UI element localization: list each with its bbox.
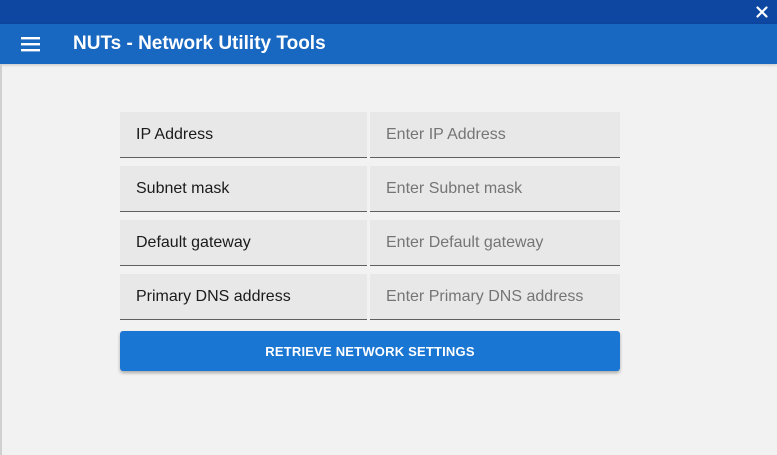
ip-address-input[interactable] xyxy=(370,112,620,157)
ip-address-field-container xyxy=(370,112,620,158)
primary-dns-field-container xyxy=(370,274,620,320)
subnet-mask-row: Subnet mask xyxy=(120,166,620,212)
window-titlebar xyxy=(0,0,777,24)
ip-address-label: IP Address xyxy=(120,112,367,158)
primary-dns-row: Primary DNS address xyxy=(120,274,620,320)
default-gateway-input[interactable] xyxy=(370,220,620,265)
primary-dns-input[interactable] xyxy=(370,274,620,319)
hamburger-menu-icon[interactable] xyxy=(18,33,44,55)
subnet-mask-input[interactable] xyxy=(370,166,620,211)
subnet-mask-label: Subnet mask xyxy=(120,166,367,212)
default-gateway-field-container xyxy=(370,220,620,266)
primary-dns-label: Primary DNS address xyxy=(120,274,367,320)
default-gateway-label: Default gateway xyxy=(120,220,367,266)
window-edge xyxy=(0,64,2,455)
retrieve-network-settings-button[interactable]: RETRIEVE NETWORK SETTINGS xyxy=(120,331,620,371)
close-icon[interactable] xyxy=(753,3,771,21)
app-title: NUTs - Network Utility Tools xyxy=(73,33,326,54)
app-bar: NUTs - Network Utility Tools xyxy=(0,24,777,64)
network-settings-form: IP Address Subnet mask Default gateway P… xyxy=(120,112,620,328)
ip-address-row: IP Address xyxy=(120,112,620,158)
subnet-mask-field-container xyxy=(370,166,620,212)
default-gateway-row: Default gateway xyxy=(120,220,620,266)
